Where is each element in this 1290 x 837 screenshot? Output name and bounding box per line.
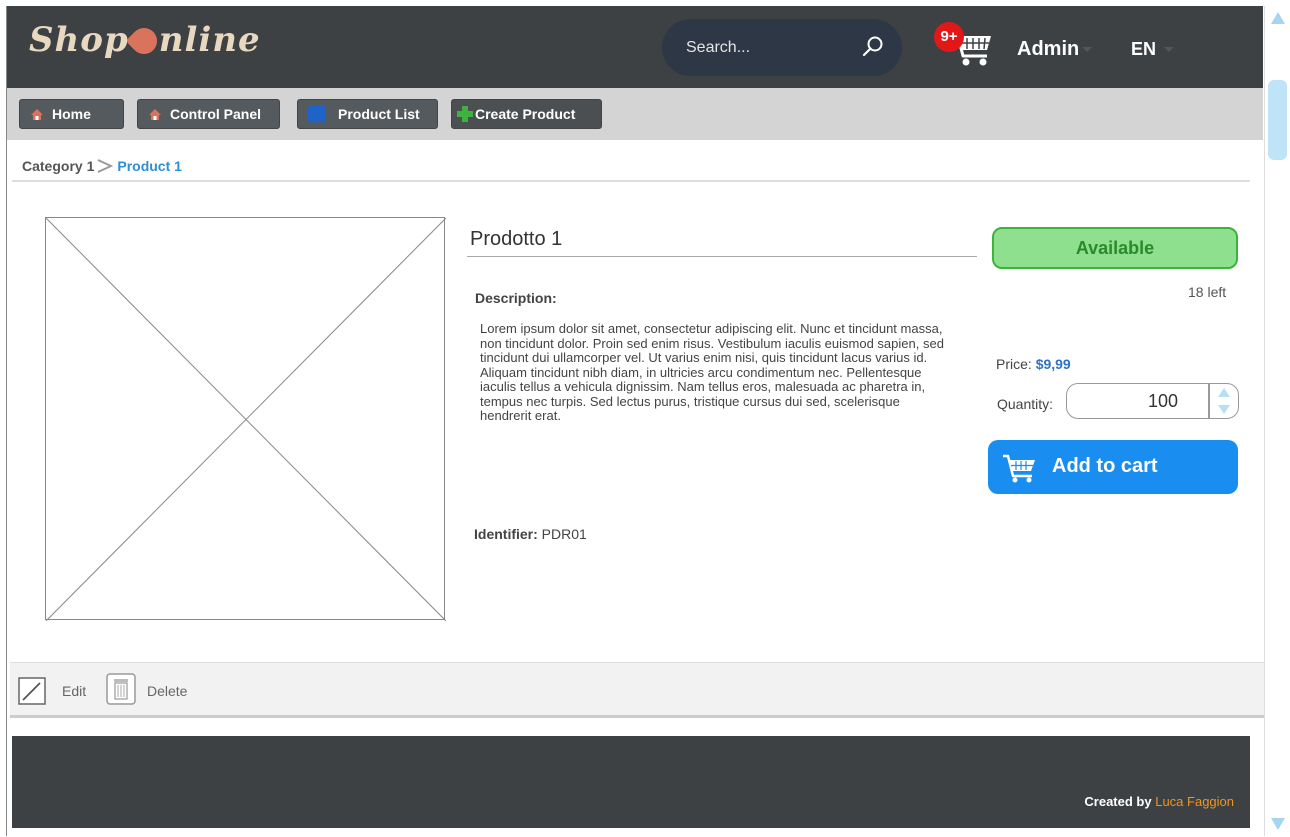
list-icon bbox=[308, 105, 326, 123]
search-icon[interactable] bbox=[862, 35, 884, 57]
home-button[interactable]: Home bbox=[19, 99, 124, 129]
chevron-down-icon bbox=[1164, 47, 1175, 52]
header: Shop nline Search... 9+ Admin EN bbox=[7, 6, 1263, 88]
breadcrumb-product[interactable]: Product 1 bbox=[117, 158, 182, 174]
toolbar: Home Control Panel Product List Create P… bbox=[7, 88, 1263, 140]
stepper-down-icon[interactable] bbox=[1210, 401, 1238, 418]
home-label: Home bbox=[52, 106, 91, 122]
logo-part-nline: nline bbox=[158, 20, 261, 60]
page: Shop nline Search... 9+ Admin EN Home Co… bbox=[0, 0, 1290, 837]
footer: Created by Luca Faggion bbox=[12, 736, 1250, 828]
quantity-input[interactable]: 100 bbox=[1066, 383, 1209, 419]
user-menu[interactable]: Admin bbox=[1017, 38, 1093, 61]
breadcrumb-category[interactable]: Category 1 bbox=[22, 158, 94, 174]
stock-left: 18 left bbox=[1188, 284, 1227, 300]
footer-credit: Created by Luca Faggion bbox=[1084, 794, 1234, 809]
scrollbar[interactable] bbox=[1264, 6, 1290, 836]
control-panel-button[interactable]: Control Panel bbox=[137, 99, 280, 129]
add-to-cart-label: Add to cart bbox=[1052, 455, 1158, 477]
product-title: Prodotto 1 bbox=[470, 228, 563, 250]
description-label: Description: bbox=[475, 290, 557, 306]
language-label: EN bbox=[1131, 39, 1157, 59]
product-list-button[interactable]: Product List bbox=[297, 99, 438, 129]
divider bbox=[467, 256, 977, 257]
quantity-stepper[interactable] bbox=[1209, 383, 1239, 419]
scroll-down-icon[interactable] bbox=[1271, 818, 1285, 830]
plus-icon bbox=[457, 106, 473, 122]
delete-label[interactable]: Delete bbox=[147, 683, 187, 699]
search-input[interactable]: Search... bbox=[686, 39, 750, 57]
footer-created-by: Created by bbox=[1084, 794, 1152, 809]
edit-label[interactable]: Edit bbox=[62, 683, 86, 699]
quantity-label: Quantity: bbox=[997, 396, 1054, 412]
home-icon bbox=[31, 108, 43, 120]
tag-icon bbox=[125, 22, 163, 60]
home-icon bbox=[149, 108, 161, 120]
chevron-down-icon bbox=[1082, 47, 1093, 52]
trash-icon[interactable] bbox=[106, 673, 136, 705]
image-placeholder-icon bbox=[46, 218, 446, 621]
identifier-value: PDR01 bbox=[541, 526, 587, 542]
price-value: $9,99 bbox=[1035, 356, 1071, 372]
footer-author-link[interactable]: Luca Faggion bbox=[1155, 794, 1234, 809]
language-select[interactable]: EN bbox=[1131, 39, 1175, 60]
product-list-label: Product List bbox=[338, 106, 420, 122]
availability-badge: Available bbox=[992, 227, 1238, 269]
logo[interactable]: Shop nline bbox=[29, 20, 261, 60]
add-to-cart-button[interactable]: Add to cart bbox=[988, 440, 1238, 494]
scroll-up-icon[interactable] bbox=[1271, 12, 1285, 24]
actions-bar: Edit Delete bbox=[10, 662, 1266, 718]
edit-icon[interactable] bbox=[18, 677, 46, 705]
search-bar[interactable]: Search... bbox=[662, 19, 902, 76]
control-panel-label: Control Panel bbox=[170, 106, 262, 122]
cart-badge: 9+ bbox=[934, 22, 964, 52]
logo-part-shop: Shop bbox=[29, 20, 129, 60]
user-name: Admin bbox=[1017, 38, 1080, 60]
product-image bbox=[45, 217, 446, 621]
create-product-button[interactable]: Create Product bbox=[451, 99, 602, 129]
breadcrumb: Category 1 Product 1 bbox=[22, 158, 182, 174]
price: Price: $9,99 bbox=[996, 356, 1071, 372]
description-text: Lorem ipsum dolor sit amet, consectetur … bbox=[480, 321, 944, 423]
chevron-right-icon bbox=[97, 159, 114, 173]
price-label: Price: bbox=[996, 356, 1032, 372]
scrollbar-thumb[interactable] bbox=[1268, 80, 1287, 160]
cart-icon bbox=[1003, 454, 1035, 483]
create-product-label: Create Product bbox=[475, 106, 576, 122]
identifier: Identifier: PDR01 bbox=[474, 526, 587, 542]
identifier-label: Identifier: bbox=[474, 526, 538, 542]
divider bbox=[12, 180, 1250, 182]
stepper-up-icon[interactable] bbox=[1210, 384, 1238, 401]
